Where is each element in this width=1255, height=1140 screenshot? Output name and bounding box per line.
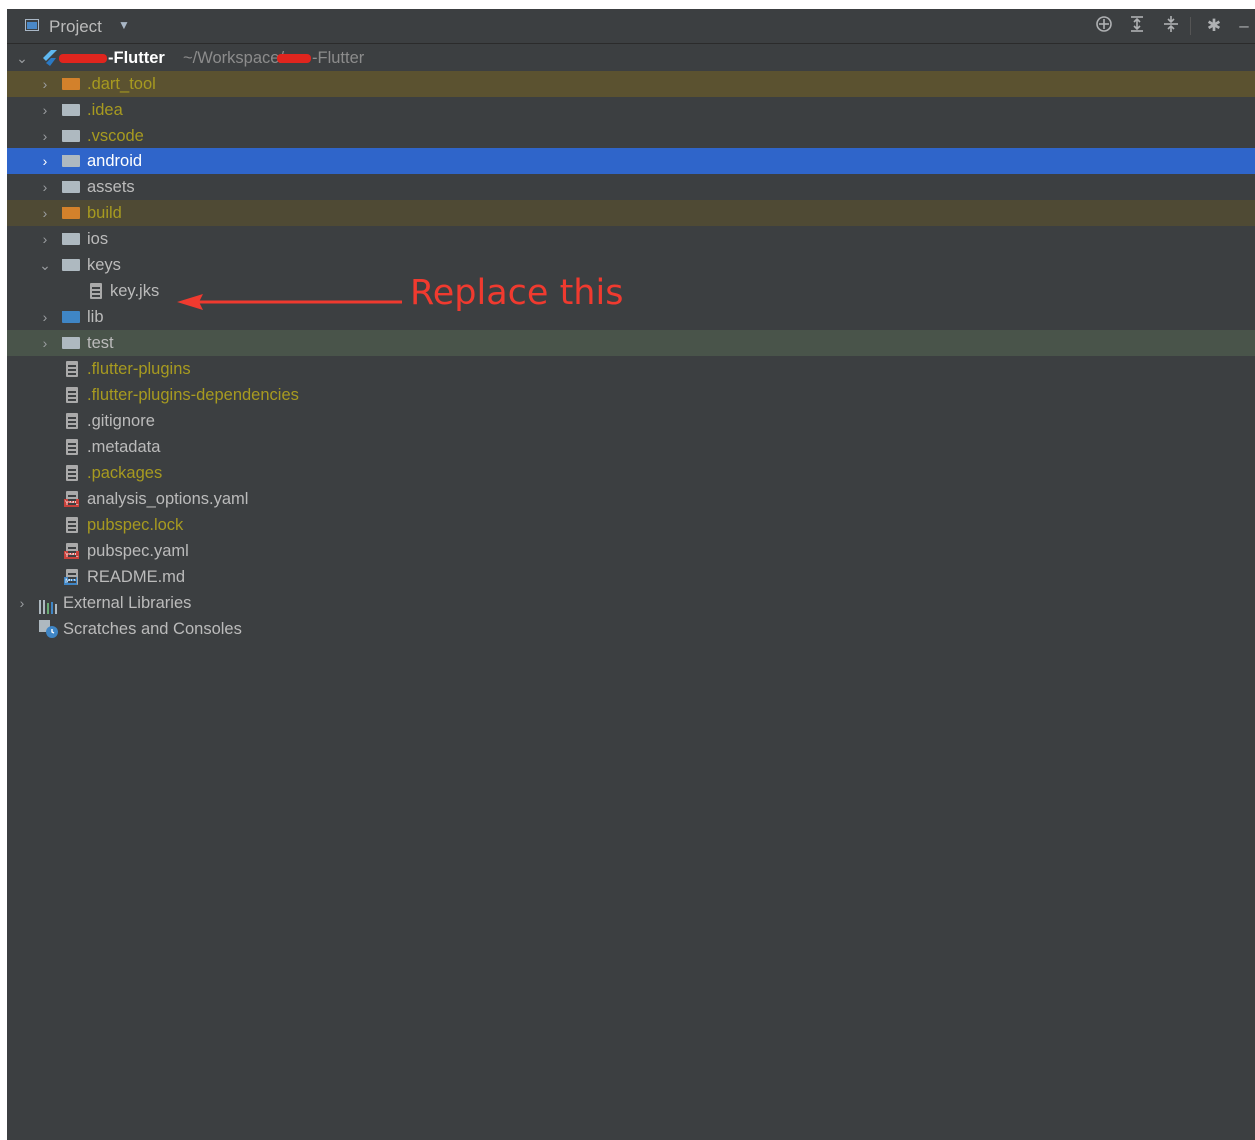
folder-icon bbox=[62, 181, 80, 193]
tree-row-build[interactable]: › build bbox=[7, 200, 1255, 226]
tree-row-external-libraries[interactable]: › External Libraries bbox=[7, 590, 1255, 616]
yaml-file-icon: YML bbox=[64, 491, 80, 507]
scratches-icon bbox=[39, 620, 59, 646]
crosshair-icon[interactable] bbox=[1093, 15, 1115, 37]
chevron-right-icon[interactable]: › bbox=[16, 590, 28, 616]
project-tool-window: Project ▼ ✱ – ⌄ -Flutter ~/Workspace/ -F… bbox=[7, 9, 1255, 1140]
tree-item-label: pubspec.lock bbox=[87, 516, 184, 534]
gear-icon[interactable]: ✱ bbox=[1203, 15, 1225, 37]
chevron-right-icon[interactable]: › bbox=[39, 123, 51, 149]
root-path-prefix: ~/Workspace/ bbox=[183, 49, 285, 67]
expand-all-icon[interactable] bbox=[1126, 15, 1148, 37]
tree-row-project-root[interactable]: ⌄ -Flutter ~/Workspace/ -Flutter bbox=[7, 45, 1255, 71]
root-path-suffix: -Flutter bbox=[312, 49, 365, 67]
chevron-right-icon[interactable]: › bbox=[39, 71, 51, 97]
yaml-file-icon: YML bbox=[64, 543, 80, 559]
toolbar-separator bbox=[1190, 17, 1191, 35]
tree-row-packages[interactable]: .packages bbox=[7, 460, 1255, 486]
tree-row-analysis-options[interactable]: YML analysis_options.yaml bbox=[7, 486, 1255, 512]
tree-row-dart-tool[interactable]: › .dart_tool bbox=[7, 71, 1255, 97]
chevron-right-icon[interactable]: › bbox=[39, 330, 51, 356]
file-icon bbox=[66, 439, 78, 455]
tree-item-label: .gitignore bbox=[87, 412, 155, 430]
tree-item-label: External Libraries bbox=[63, 594, 192, 612]
redaction-mark bbox=[59, 54, 107, 63]
tree-row-keys[interactable]: ⌄ keys bbox=[7, 252, 1255, 278]
folder-icon bbox=[62, 259, 80, 271]
tree-row-scratches[interactable]: Scratches and Consoles bbox=[7, 616, 1255, 642]
tree-item-label: .flutter-plugins-dependencies bbox=[87, 386, 299, 404]
tree-item-label: analysis_options.yaml bbox=[87, 490, 249, 508]
file-icon bbox=[66, 517, 78, 533]
tree-item-label: .idea bbox=[87, 101, 123, 119]
tree-item-label: .vscode bbox=[87, 127, 144, 145]
project-view-icon bbox=[25, 19, 39, 31]
file-icon bbox=[66, 465, 78, 481]
annotation-label: Replace this bbox=[410, 273, 624, 313]
tree-item-label: .packages bbox=[87, 464, 163, 482]
markdown-tag: MD bbox=[64, 577, 77, 585]
tree-row-android[interactable]: › android bbox=[7, 148, 1255, 174]
tree-item-label: .metadata bbox=[87, 438, 161, 456]
tree-item-label: .flutter-plugins bbox=[87, 360, 191, 378]
tree-item-label: android bbox=[87, 152, 143, 170]
tree-row-readme[interactable]: MD README.md bbox=[7, 564, 1255, 590]
chevron-right-icon[interactable]: › bbox=[39, 304, 51, 330]
chevron-right-icon[interactable]: › bbox=[39, 97, 51, 123]
tree-item-label: pubspec.yaml bbox=[87, 542, 189, 560]
tree-item-label: Scratches and Consoles bbox=[63, 620, 242, 638]
module-folder-icon bbox=[62, 233, 80, 245]
file-icon bbox=[90, 283, 102, 299]
tree-item-label: build bbox=[87, 204, 122, 222]
tree-item-label: lib bbox=[87, 308, 104, 326]
config-folder-icon bbox=[62, 104, 80, 116]
redaction-mark bbox=[277, 54, 311, 63]
tree-row-ios[interactable]: › ios bbox=[7, 226, 1255, 252]
file-icon bbox=[66, 361, 78, 377]
tree-row-vscode[interactable]: › .vscode bbox=[7, 123, 1255, 149]
tree-row-assets[interactable]: › assets bbox=[7, 174, 1255, 200]
folder-icon bbox=[62, 130, 80, 142]
tree-item-label: README.md bbox=[87, 568, 186, 586]
markdown-file-icon: MD bbox=[64, 569, 78, 585]
tree-row-test[interactable]: › test bbox=[7, 330, 1255, 356]
tree-item-label: ios bbox=[87, 230, 109, 248]
chevron-right-icon[interactable]: › bbox=[39, 226, 51, 252]
tree-item-label: keys bbox=[87, 256, 121, 274]
tree-row-flutter-plugins-dependencies[interactable]: .flutter-plugins-dependencies bbox=[7, 382, 1255, 408]
module-folder-icon bbox=[62, 155, 80, 167]
chevron-down-icon[interactable]: ▼ bbox=[118, 18, 130, 32]
tree-row-metadata[interactable]: .metadata bbox=[7, 434, 1255, 460]
tree-row-idea[interactable]: › .idea bbox=[7, 97, 1255, 123]
tree-row-gitignore[interactable]: .gitignore bbox=[7, 408, 1255, 434]
tool-window-header: Project ▼ ✱ – bbox=[7, 9, 1255, 44]
tree-row-pubspec-yaml[interactable]: YML pubspec.yaml bbox=[7, 538, 1255, 564]
tree-item-label: key.jks bbox=[110, 282, 160, 300]
chevron-right-icon[interactable]: › bbox=[39, 174, 51, 200]
yaml-tag: YML bbox=[64, 551, 80, 559]
yaml-tag: YML bbox=[64, 499, 80, 507]
chevron-right-icon[interactable]: › bbox=[39, 200, 51, 226]
source-folder-icon bbox=[62, 311, 80, 323]
test-folder-icon bbox=[62, 337, 80, 349]
tree-row-pubspec-lock[interactable]: pubspec.lock bbox=[7, 512, 1255, 538]
chevron-down-icon[interactable]: ⌄ bbox=[39, 252, 51, 278]
view-title[interactable]: Project bbox=[49, 17, 102, 37]
folder-icon bbox=[62, 78, 80, 90]
tree-item-label: .dart_tool bbox=[87, 75, 156, 93]
tree-row-flutter-plugins[interactable]: .flutter-plugins bbox=[7, 356, 1255, 382]
tree-item-label: test bbox=[87, 334, 114, 352]
file-icon bbox=[66, 387, 78, 403]
annotation-arrow bbox=[177, 294, 402, 310]
ignore-file-icon bbox=[66, 413, 78, 429]
tree-item-label: assets bbox=[87, 178, 135, 196]
root-name: -Flutter bbox=[108, 49, 165, 67]
chevron-down-icon[interactable]: ⌄ bbox=[16, 45, 28, 71]
excluded-folder-icon bbox=[62, 207, 80, 219]
collapse-all-icon[interactable] bbox=[1160, 15, 1182, 37]
minimize-icon[interactable]: – bbox=[1233, 15, 1255, 37]
chevron-right-icon[interactable]: › bbox=[39, 148, 51, 174]
